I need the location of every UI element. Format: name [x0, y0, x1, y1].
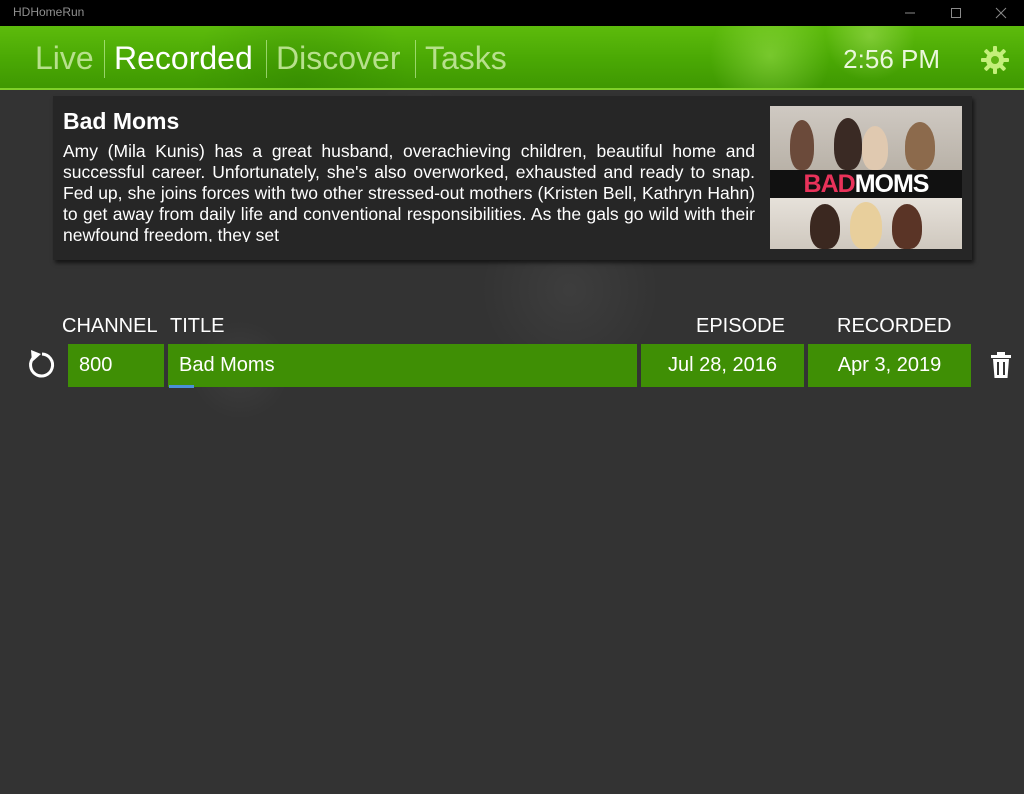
tab-divider [266, 40, 267, 78]
clock: 2:56 PM [843, 44, 940, 74]
replay-button[interactable] [26, 348, 56, 385]
window-titlebar: HDHomeRun [0, 0, 1024, 26]
app-header: Live Recorded Discover Tasks 2:56 PM [0, 26, 1024, 90]
poster-figure [905, 122, 935, 170]
column-header-channel: CHANNEL [62, 315, 158, 337]
poster-figure [862, 126, 888, 170]
recording-episode-cell[interactable]: Jul 28, 2016 [641, 344, 804, 387]
tab-live[interactable]: Live [35, 40, 94, 76]
column-header-recorded: RECORDED [837, 315, 952, 337]
poster-figure [892, 204, 922, 249]
tab-discover[interactable]: Discover [276, 40, 400, 76]
minimize-icon [905, 12, 915, 14]
poster-figure [834, 118, 862, 170]
tab-divider [415, 40, 416, 78]
maximize-icon [951, 8, 961, 18]
program-poster: BADMOMS [770, 106, 962, 249]
tab-tasks[interactable]: Tasks [425, 40, 507, 76]
poster-title-band: BADMOMS [770, 170, 962, 198]
recording-title-cell[interactable]: Bad Moms [168, 344, 637, 387]
window-title: HDHomeRun [13, 5, 85, 19]
poster-word-2: MOMS [854, 170, 930, 198]
column-header-title: TITLE [170, 315, 225, 337]
delete-recording-button[interactable] [989, 351, 1013, 384]
close-icon [995, 7, 1007, 19]
poster-word-1: BAD [803, 170, 856, 198]
poster-figure [810, 204, 840, 249]
trash-icon [991, 352, 1011, 378]
recording-date-cell[interactable]: Apr 3, 2019 [808, 344, 971, 387]
minimize-button[interactable] [887, 0, 933, 26]
poster-figure [850, 202, 882, 249]
recording-channel-cell[interactable]: 800 [68, 344, 164, 387]
focus-indicator [169, 385, 194, 388]
column-header-episode: EPISODE [696, 315, 785, 337]
program-description: Amy (Mila Kunis) has a great husband, ov… [63, 141, 755, 242]
maximize-button[interactable] [933, 0, 979, 26]
program-title: Bad Moms [63, 108, 180, 134]
close-button[interactable] [978, 0, 1024, 26]
poster-figure [790, 120, 814, 170]
gear-icon [981, 46, 1009, 74]
program-detail-card: Bad Moms Amy (Mila Kunis) has a great hu… [53, 96, 972, 260]
replay-icon [29, 350, 55, 378]
tab-recorded[interactable]: Recorded [114, 40, 253, 76]
tab-divider [104, 40, 105, 78]
settings-button[interactable] [980, 45, 1010, 75]
